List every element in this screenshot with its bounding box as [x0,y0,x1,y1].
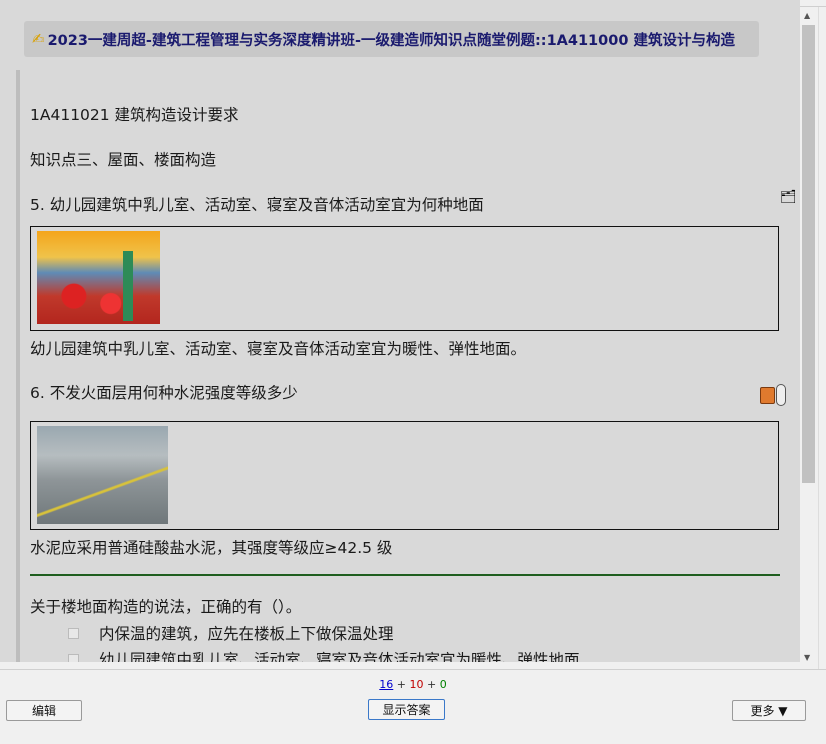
option-1-label: 内保温的建筑，应先在楼板上下做保温处理 [99,625,394,643]
answer-5: 幼儿园建筑中乳儿室、活动室、寝室及音体活动室宜为暖性、弹性地面。 [30,340,527,358]
checkbox[interactable] [68,653,79,662]
scroll-down-icon[interactable]: ▼ [804,653,810,662]
due-counts: 16 + 10 + 0 [0,678,826,691]
option-2[interactable]: 幼儿园建筑中乳儿室、活动室、寝室及音体活动室宜为暖性、弹性地面 [68,648,580,662]
window-right-edge [818,7,826,669]
count-separator: + [427,678,437,691]
warehouse-floor-image [37,426,168,524]
checkbox[interactable] [68,627,79,639]
new-count[interactable]: 16 [379,678,393,691]
book-icon [760,387,775,404]
card-content-area: ✍ 2023一建周超-建筑工程管理与实务深度精讲班-一级建造师知识点随堂例题::… [0,0,800,662]
answer-6: 水泥应采用普通硅酸盐水泥，其强度等级应≥42.5 级 [30,539,393,557]
note-icon[interactable] [760,384,786,406]
option-2-label: 幼儿园建筑中乳儿室、活动室、寝室及音体活动室宜为暖性、弹性地面 [99,651,580,662]
count-separator: + [396,678,406,691]
learning-count: 10 [409,678,424,691]
scroll-up-icon[interactable]: ▲ [804,11,810,20]
pencil-icon: ✍ [32,30,45,48]
question-5: 5. 幼儿园建筑中乳儿室、活动室、寝室及音体活动室宜为何种地面 [30,196,484,214]
divider-line [30,574,780,576]
show-answer-button[interactable]: 显示答案 [368,699,445,720]
deck-title-text: 2023一建周超-建筑工程管理与实务深度精讲班-一级建造师知识点随堂例题::1A… [47,32,735,49]
kindergarten-floor-image [37,231,160,324]
scrollbar-thumb[interactable] [802,25,815,483]
vertical-scrollbar[interactable]: ▲ ▼ [800,7,818,669]
cards-icon[interactable]: 🗂 [780,190,797,206]
question-6: 6. 不发火面层用何种水泥强度等级多少 [30,384,298,402]
option-1[interactable]: 内保温的建筑，应先在楼板上下做保温处理 [68,622,394,644]
image-detail [123,251,133,321]
edit-button[interactable]: 编辑 [6,700,82,721]
toggle-icon [776,384,786,406]
quiz-question: 关于楼地面构造的说法，正确的有（）。 [30,598,302,616]
section-heading: 1A411021 建筑构造设计要求 [30,106,239,124]
topic-heading: 知识点三、屋面、楼面构造 [30,151,217,169]
left-border-bar [16,70,20,662]
more-button[interactable]: 更多 ▼ [732,700,806,721]
bottom-toolbar: 16 + 10 + 0 编辑 显示答案 更多 ▼ [0,669,826,744]
deck-title: ✍ 2023一建周超-建筑工程管理与实务深度精讲班-一级建造师知识点随堂例题::… [24,21,759,57]
review-count: 0 [439,678,447,691]
